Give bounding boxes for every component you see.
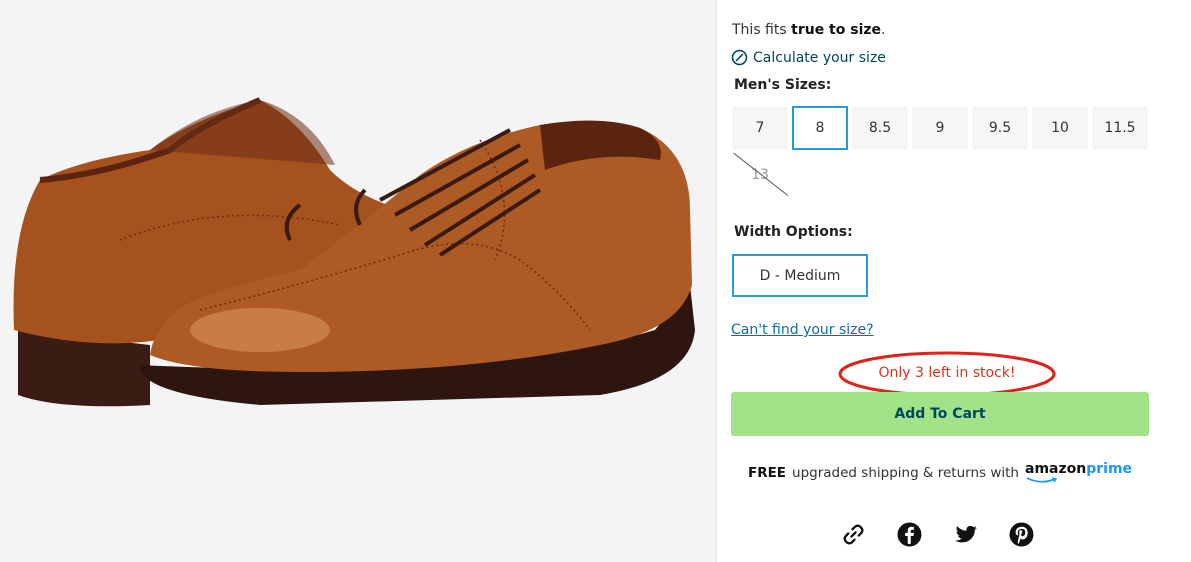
width-options-label: Width Options:	[734, 224, 853, 240]
stock-notice-text: Only 3 left in stock!	[878, 365, 1016, 381]
size-option-9-5[interactable]: 9.5	[972, 106, 1028, 150]
stock-notice: Only 3 left in stock!	[837, 350, 1057, 398]
product-image	[13, 97, 695, 407]
facebook-icon[interactable]	[897, 522, 922, 547]
shipping-text: upgraded shipping & returns with	[792, 465, 1019, 481]
fit-statement: This fits true to size.	[732, 22, 886, 38]
share-icons	[841, 522, 1034, 547]
size-option-8[interactable]: 8	[792, 106, 848, 150]
size-option-9[interactable]: 9	[912, 106, 968, 150]
shipping-info: FREE upgraded shipping & returns with am…	[717, 462, 1163, 484]
shipping-free-label: FREE	[747, 465, 787, 481]
add-to-cart-button[interactable]: Add To Cart	[731, 392, 1149, 436]
calculate-size-link[interactable]: Calculate your size	[731, 49, 886, 66]
product-options-panel: This fits true to size. Calculate your s…	[717, 0, 1191, 562]
sizes-label: Men's Sizes:	[734, 77, 832, 93]
link-icon[interactable]	[841, 522, 866, 547]
calculator-circle-icon	[731, 49, 748, 66]
pinterest-icon[interactable]	[1009, 522, 1034, 547]
twitter-icon[interactable]	[953, 522, 978, 547]
cant-find-size-link[interactable]: Can't find your size?	[731, 322, 874, 338]
fit-emphasis: true to size	[791, 22, 882, 38]
size-option-8-5[interactable]: 8.5	[852, 106, 908, 150]
size-option-7[interactable]: 7	[732, 106, 788, 150]
product-image-panel[interactable]	[0, 0, 716, 562]
size-option-10[interactable]: 10	[1032, 106, 1088, 150]
amazon-smile-icon	[1026, 477, 1058, 483]
width-option-d-medium[interactable]: D - Medium	[732, 254, 868, 297]
size-option-13-unavailable[interactable]: 13	[732, 153, 788, 197]
size-option-11-5[interactable]: 11.5	[1092, 106, 1148, 150]
amazon-prime-logo: amazonprime	[1025, 462, 1132, 484]
calculate-size-label: Calculate your size	[753, 49, 886, 66]
